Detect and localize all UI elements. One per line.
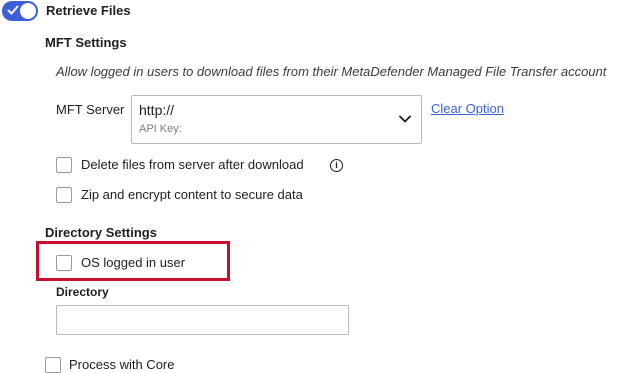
mft-description: Allow logged in users to download files … xyxy=(56,64,607,79)
mft-server-value: http:// xyxy=(139,102,175,118)
mft-server-label: MFT Server xyxy=(56,102,125,117)
process-with-core-checkbox[interactable] xyxy=(45,357,61,373)
zip-encrypt-label: Zip and encrypt content to secure data xyxy=(81,187,303,202)
check-icon xyxy=(7,5,19,15)
os-logged-in-checkbox[interactable] xyxy=(56,255,72,271)
chevron-down-icon xyxy=(399,115,411,123)
delete-files-checkbox[interactable] xyxy=(56,157,72,173)
mft-settings-heading: MFT Settings xyxy=(45,35,127,50)
process-with-core-label: Process with Core xyxy=(69,357,175,372)
zip-encrypt-checkbox[interactable] xyxy=(56,187,72,203)
api-key-label: API Key: xyxy=(139,123,182,135)
retrieve-files-title: Retrieve Files xyxy=(46,3,131,18)
directory-settings-heading: Directory Settings xyxy=(45,225,157,240)
directory-input[interactable] xyxy=(56,305,349,335)
mft-server-select[interactable]: http:// API Key: xyxy=(131,95,422,144)
delete-files-label: Delete files from server after download xyxy=(81,157,304,172)
os-logged-in-label: OS logged in user xyxy=(81,255,186,270)
toggle-knob xyxy=(20,3,36,19)
retrieve-files-toggle[interactable] xyxy=(2,1,38,21)
info-icon[interactable]: i xyxy=(330,159,343,172)
directory-label: Directory xyxy=(56,285,109,299)
clear-option-link[interactable]: Clear Option xyxy=(431,101,504,116)
